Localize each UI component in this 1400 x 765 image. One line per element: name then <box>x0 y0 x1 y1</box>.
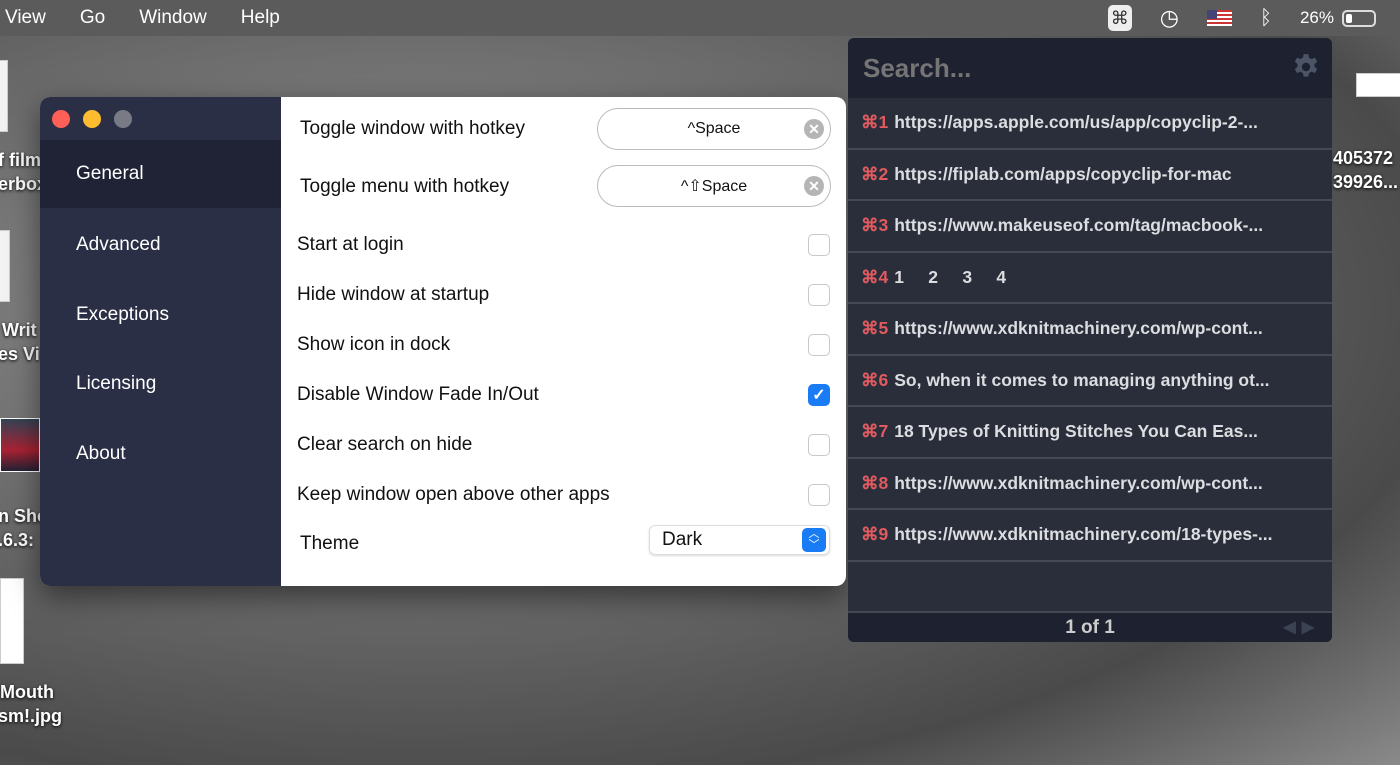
search-input[interactable] <box>863 52 1243 84</box>
shortcut-key: ⌘1 <box>861 112 889 133</box>
option-label: Clear search on hide <box>297 434 473 455</box>
show-dock-icon-checkbox[interactable] <box>808 334 830 356</box>
menu-bar: View Go Window Help ⌘ ◷ ᛒ 26% <box>0 0 1400 36</box>
menu-go[interactable]: Go <box>80 7 105 29</box>
desktop-image-thumbnail[interactable] <box>0 418 40 472</box>
hotkey-label: Toggle window with hotkey <box>300 118 525 139</box>
clip-item[interactable]: ⌘2 https://fiplab.com/apps/copyclip-for-m… <box>848 150 1332 201</box>
disable-fade-checkbox[interactable]: ✓ <box>808 384 830 406</box>
shortcut-key: ⌘9 <box>861 524 889 545</box>
shortcut-key: ⌘4 <box>861 266 889 287</box>
shortcut-key: ⌘7 <box>861 421 889 442</box>
hotkey-label: Toggle menu with hotkey <box>300 176 510 197</box>
shortcut-key: ⌘3 <box>861 215 889 236</box>
menu-hotkey-field[interactable]: ^⇧Space ✕ <box>597 165 831 207</box>
prev-page-icon[interactable]: ◀ <box>1283 619 1301 636</box>
clip-text: 18 Types of Knitting Stitches You Can Ea… <box>894 421 1258 442</box>
clip-item[interactable]: ⌘4 1 2 3 4 <box>848 253 1332 304</box>
page-indicator: 1 of 1 <box>1065 617 1115 638</box>
option-label: Show icon in dock <box>297 334 451 355</box>
hide-window-checkbox[interactable] <box>808 284 830 306</box>
option-label: Disable Window Fade In/Out <box>297 384 539 405</box>
shortcut-key: ⌘6 <box>861 369 889 390</box>
clip-text: https://www.xdknitmachinery.com/wp-cont.… <box>894 472 1263 493</box>
desktop-label[interactable]: Mouth <box>0 682 54 703</box>
zoom-button[interactable] <box>114 110 132 128</box>
option-label: Start at login <box>297 234 404 255</box>
window-hotkey-field[interactable]: ^Space ✕ <box>597 108 831 150</box>
clip-text: 1 2 3 4 <box>894 266 1007 287</box>
us-flag-icon[interactable] <box>1206 10 1232 26</box>
clipboard-panel: ⌘1https://apps.apple.com/us/app/copyclip… <box>848 38 1332 642</box>
desktop-label[interactable]: f film <box>0 150 41 171</box>
copyclip-icon[interactable]: ⌘ <box>1107 5 1132 31</box>
next-page-icon[interactable]: ▶ <box>1302 619 1320 636</box>
clip-item[interactable]: ⌘7 18 Types of Knitting Stitches You Can … <box>848 407 1332 459</box>
shortcut-key: ⌘2 <box>861 163 889 184</box>
menu-window[interactable]: Window <box>139 7 207 29</box>
desktop-file-icon[interactable] <box>0 578 24 664</box>
clip-text: https://apps.apple.com/us/app/copyclip-2… <box>894 112 1258 133</box>
preferences-sidebar: General Advanced Exceptions Licensing Ab… <box>40 97 281 586</box>
sidebar-item-general[interactable]: General <box>40 140 281 208</box>
sidebar-item-about[interactable]: About <box>40 420 281 488</box>
sidebar-item-exceptions[interactable]: Exceptions <box>40 281 281 349</box>
clip-text: https://www.xdknitmachinery.com/wp-cont.… <box>894 318 1263 339</box>
clip-text: https://www.makeuseof.com/tag/macbook-..… <box>894 215 1264 236</box>
preferences-window: General Advanced Exceptions Licensing Ab… <box>40 97 846 586</box>
battery-percent: 26% <box>1299 8 1334 27</box>
battery-icon[interactable] <box>1342 9 1376 27</box>
theme-label: Theme <box>300 533 360 554</box>
clip-text: https://fiplab.com/apps/copyclip-for-mac <box>894 163 1232 184</box>
clip-item[interactable]: ⌘8 https://www.xdknitmachinery.com/wp-con… <box>848 459 1332 510</box>
gear-icon[interactable] <box>1292 53 1320 81</box>
start-at-login-checkbox[interactable] <box>808 234 830 256</box>
clip-text: So, when it comes to managing anything o… <box>894 369 1270 390</box>
chevron-up-down-icon: ︿ ﹀ <box>802 528 826 552</box>
clear-icon[interactable]: ✕ <box>804 119 824 139</box>
option-label: Hide window at startup <box>297 284 490 305</box>
desktop-label[interactable]: 39926... <box>1333 172 1398 193</box>
hotkey-value: ^⇧Space <box>680 178 748 195</box>
clear-icon[interactable]: ✕ <box>804 176 824 196</box>
theme-select[interactable]: Dark ︿ ﹀ <box>649 525 830 555</box>
desktop-label[interactable]: .6.3: <box>0 530 34 551</box>
desktop-label[interactable]: Writ <box>2 320 37 341</box>
desktop-label[interactable]: sm!.jpg <box>0 706 62 727</box>
menu-help[interactable]: Help <box>241 7 280 29</box>
close-button[interactable] <box>52 110 70 128</box>
sidebar-item-licensing[interactable]: Licensing <box>40 350 281 418</box>
clear-search-checkbox[interactable] <box>808 434 830 456</box>
clip-item[interactable]: ⌘1 https://apps.apple.com/us/app/copyclip… <box>848 98 1332 150</box>
clip-item[interactable]: ⌘5 https://www.xdknitmachinery.com/wp-con… <box>848 304 1332 356</box>
theme-value: Dark <box>662 529 703 550</box>
clip-text: https://www.xdknitmachinery.com/18-types… <box>894 524 1273 545</box>
desktop-label[interactable]: 405372 <box>1333 148 1393 169</box>
desktop-file-icon[interactable] <box>0 60 8 132</box>
clip-item[interactable]: ⌘9 https://www.xdknitmachinery.com/18-typ… <box>848 510 1332 562</box>
desktop-file-thumbnail[interactable] <box>1356 73 1400 97</box>
menu-view[interactable]: View <box>5 7 46 29</box>
desktop-label[interactable]: es Vi <box>0 344 40 365</box>
shortcut-key: ⌘5 <box>861 318 889 339</box>
option-label: Keep window open above other apps <box>297 484 610 505</box>
sidebar-item-advanced[interactable]: Advanced <box>40 211 281 279</box>
bluetooth-icon[interactable]: ᛒ <box>1260 7 1272 30</box>
clip-item[interactable]: ⌘3 https://www.makeuseof.com/tag/macbook-… <box>848 201 1332 253</box>
general-settings: Toggle window with hotkey ^Space ✕ Toggle… <box>281 97 846 586</box>
hotkey-value: ^Space <box>687 120 741 137</box>
keep-on-top-checkbox[interactable] <box>808 484 830 506</box>
clip-item[interactable]: ⌘6 So, when it comes to managing anything… <box>848 356 1332 407</box>
pager: 1 of 1 ◀▶ <box>848 611 1332 642</box>
shortcut-key: ⌘8 <box>861 472 889 493</box>
time-machine-icon[interactable]: ◷ <box>1160 5 1179 31</box>
desktop-file-icon[interactable] <box>0 230 10 302</box>
minimize-button[interactable] <box>83 110 101 128</box>
